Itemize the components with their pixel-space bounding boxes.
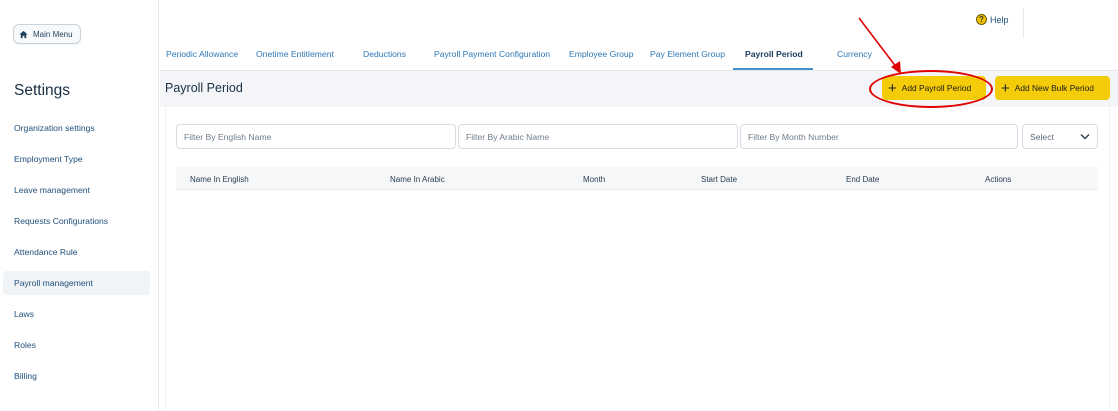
tab-payroll-period[interactable]: Payroll Period xyxy=(745,49,803,59)
tab-payroll-payment-configuration[interactable]: Payroll Payment Configuration xyxy=(434,49,550,59)
add-payroll-period-button[interactable]: + Add Payroll Period xyxy=(882,76,986,100)
sidebar-item-label: Requests Configurations xyxy=(14,216,109,226)
sidebar-item-billing[interactable]: Billing xyxy=(3,364,150,388)
sidebar-item-attendance-rule[interactable]: Attendance Rule xyxy=(3,240,150,264)
main-menu-label: Main Menu xyxy=(33,29,73,39)
filter-english-name-input[interactable] xyxy=(176,124,456,149)
column-header-start-date[interactable]: Start Date xyxy=(701,175,737,184)
sidebar-item-label: Laws xyxy=(14,309,35,319)
chevron-down-icon xyxy=(1080,132,1090,142)
sidebar-item-leave-management[interactable]: Leave management xyxy=(3,178,150,202)
sidebar-item-roles[interactable]: Roles xyxy=(3,333,150,357)
column-header-month[interactable]: Month xyxy=(583,175,605,184)
sidebar-item-employment-type[interactable]: Employment Type xyxy=(3,147,150,171)
arrow-annotation xyxy=(858,17,901,74)
plus-icon: + xyxy=(888,79,897,97)
column-header-actions: Actions xyxy=(985,175,1012,184)
filter-arabic-name-input[interactable] xyxy=(458,124,738,149)
add-new-bulk-period-button[interactable]: + Add New Bulk Period xyxy=(995,76,1110,100)
help-link[interactable]: ? Help xyxy=(976,14,1009,25)
filter-month-number-input[interactable] xyxy=(740,124,1018,149)
column-header-name-in-english[interactable]: Name In English xyxy=(190,175,249,184)
help-icon: ? xyxy=(976,14,987,25)
add-payroll-period-label: Add Payroll Period xyxy=(901,83,972,93)
page-title: Payroll Period xyxy=(165,81,243,95)
tab-pay-element-group[interactable]: Pay Element Group xyxy=(650,49,725,59)
tab-periodic-allowance[interactable]: Periodic Allowance xyxy=(166,49,238,59)
sidebar-item-label: Roles xyxy=(14,340,36,350)
sidebar-item-laws[interactable]: Laws xyxy=(3,302,150,326)
sidebar-item-payroll-management[interactable]: Payroll management xyxy=(3,271,150,295)
header-divider xyxy=(1023,8,1024,38)
sidebar-item-requests-configurations[interactable]: Requests Configurations xyxy=(3,209,150,233)
filter-select-dropdown[interactable]: Select xyxy=(1022,124,1098,149)
select-value: Select xyxy=(1030,131,1054,142)
column-header-name-in-arabic[interactable]: Name In Arabic xyxy=(390,175,445,184)
sidebar-item-label: Payroll management xyxy=(14,278,93,288)
sidebar-item-label: Attendance Rule xyxy=(14,247,78,257)
sidebar-item-organization-settings[interactable]: Organization settings xyxy=(3,116,150,140)
sidebar-title: Settings xyxy=(14,82,71,99)
sidebar: Main Menu Settings Organization settings… xyxy=(0,0,158,411)
tab-employee-group[interactable]: Employee Group xyxy=(569,49,634,59)
sidebar-item-label: Employment Type xyxy=(14,154,83,164)
sidebar-divider xyxy=(158,0,159,411)
sidebar-item-label: Leave management xyxy=(14,185,90,195)
plus-icon: + xyxy=(1001,79,1010,97)
column-header-end-date[interactable]: End Date xyxy=(846,175,879,184)
content-card xyxy=(165,108,1110,411)
table-header xyxy=(176,167,1098,190)
add-new-bulk-period-label: Add New Bulk Period xyxy=(1014,83,1094,93)
main-menu-button[interactable]: Main Menu xyxy=(13,24,81,44)
tab-currency[interactable]: Currency xyxy=(837,49,872,59)
home-icon xyxy=(19,30,28,39)
sidebar-item-label: Organization settings xyxy=(14,123,95,133)
tab-deductions[interactable]: Deductions xyxy=(363,49,406,59)
tab-onetime-entitlement[interactable]: Onetime Entitlement xyxy=(256,49,334,59)
sidebar-item-label: Billing xyxy=(14,371,37,381)
help-label: Help xyxy=(990,14,1009,25)
